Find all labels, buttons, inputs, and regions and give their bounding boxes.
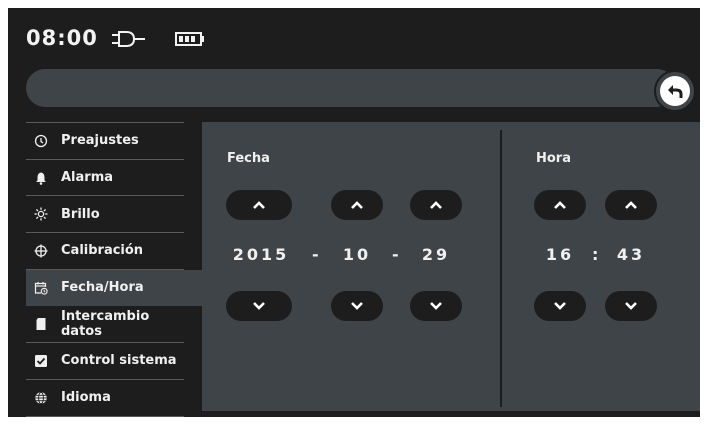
checkbox-icon [34, 354, 48, 368]
date-separator: - [392, 245, 399, 264]
minute-down-button[interactable] [605, 291, 657, 321]
chevron-down-icon [253, 302, 265, 310]
time-label: Hora [536, 151, 571, 166]
chevron-down-icon [351, 302, 363, 310]
month-down-button[interactable] [331, 291, 383, 321]
menu-item-control-sistema[interactable]: Control sistema [26, 343, 184, 380]
day-down-button[interactable] [410, 291, 462, 321]
globe-icon [34, 391, 48, 405]
chevron-up-icon [253, 201, 265, 209]
year-value: 2015 [232, 245, 290, 264]
hour-down-button[interactable] [534, 291, 586, 321]
device-screen: 08:00 Preajustes Alarma Brillo Calibraci… [8, 8, 700, 417]
menu-item-label: Alarma [61, 170, 114, 186]
sd-card-icon [34, 317, 48, 331]
menu-item-preajustes[interactable]: Preajustes [26, 122, 184, 160]
year-down-button[interactable] [226, 291, 292, 321]
hour-up-button[interactable] [534, 190, 586, 220]
bell-icon [34, 171, 48, 185]
chevron-down-icon [625, 302, 637, 310]
chevron-up-icon [625, 201, 637, 209]
clock-display: 08:00 [26, 26, 98, 50]
menu-item-idioma[interactable]: Idioma [26, 380, 184, 417]
menu-item-label: Idioma [61, 390, 111, 406]
menu-item-intercambio-datos[interactable]: Intercambio datos [26, 306, 184, 344]
chevron-down-icon [430, 302, 442, 310]
minute-value: 43 [616, 245, 646, 264]
menu-item-label: Control sistema [61, 353, 177, 369]
time-separator: : [592, 245, 599, 264]
power-plug-icon [112, 31, 145, 47]
clock-icon [34, 134, 48, 148]
sun-icon [34, 207, 48, 221]
menu-item-brillo[interactable]: Brillo [26, 196, 184, 234]
menu-item-calibracion[interactable]: Calibración [26, 233, 184, 270]
day-value: 29 [421, 245, 451, 264]
panel-divider [500, 130, 502, 407]
menu-item-label: Fecha/Hora [61, 280, 144, 296]
title-bar [26, 69, 676, 107]
crosshair-icon [34, 244, 48, 258]
settings-menu: Preajustes Alarma Brillo Calibración Fec… [26, 122, 202, 417]
back-button[interactable] [654, 70, 696, 112]
chevron-down-icon [554, 302, 566, 310]
year-up-button[interactable] [226, 190, 292, 220]
menu-item-label: Brillo [61, 206, 100, 222]
minute-up-button[interactable] [605, 190, 657, 220]
month-value: 10 [342, 245, 372, 264]
date-time-panel: Fecha Hora 2015 - 10 - 29 16 : 43 [202, 122, 700, 411]
menu-item-fecha-hora[interactable]: Fecha/Hora [26, 269, 202, 307]
menu-item-label: Preajustes [61, 133, 139, 149]
chevron-up-icon [351, 201, 363, 209]
month-up-button[interactable] [331, 190, 383, 220]
chevron-up-icon [430, 201, 442, 209]
menu-item-label: Intercambio datos [61, 309, 150, 340]
chevron-up-icon [554, 201, 566, 209]
calendar-clock-icon [34, 281, 48, 295]
date-label: Fecha [227, 151, 270, 166]
back-arrow-icon [668, 85, 683, 98]
menu-item-label: Calibración [61, 243, 144, 259]
hour-value: 16 [545, 245, 575, 264]
menu-item-alarma[interactable]: Alarma [26, 160, 184, 197]
battery-full-icon [175, 32, 204, 46]
day-up-button[interactable] [410, 190, 462, 220]
date-separator: - [312, 245, 319, 264]
